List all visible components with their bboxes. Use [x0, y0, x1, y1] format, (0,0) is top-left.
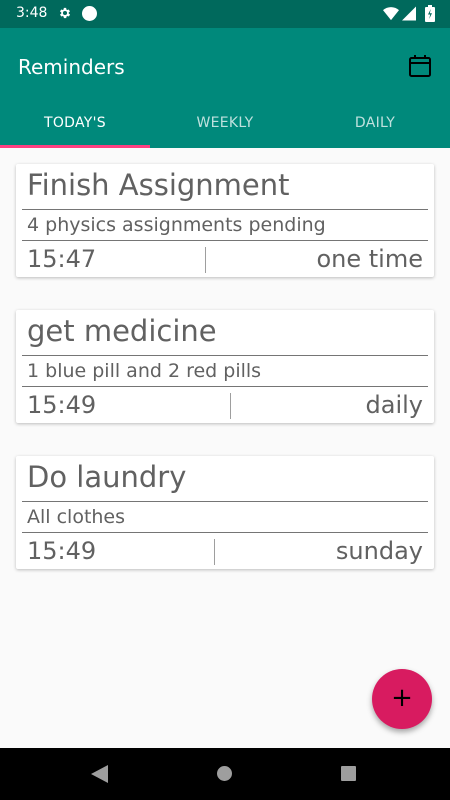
reminder-frequency: sunday: [335, 537, 423, 565]
status-time: 3:48: [16, 5, 48, 21]
recents-icon[interactable]: [341, 766, 356, 781]
reminder-card[interactable]: Do laundry All clothes 15:49 sunday: [16, 456, 434, 569]
tab-label: TODAY'S: [44, 115, 106, 131]
divider: [22, 209, 428, 210]
reminder-description: 1 blue pill and 2 red pills: [27, 360, 262, 382]
gear-icon: [59, 7, 71, 19]
tab-bar: TODAY'S WEEKLY DAILY: [0, 100, 450, 148]
reminder-time: 15:49: [27, 537, 97, 565]
reminder-title: Do laundry: [27, 460, 187, 494]
reminder-description: All clothes: [27, 506, 126, 528]
battery-icon: [425, 5, 435, 22]
divider: [22, 501, 428, 502]
calendar-icon[interactable]: [408, 54, 432, 78]
tab-daily[interactable]: DAILY: [300, 100, 450, 148]
tab-todays[interactable]: TODAY'S: [0, 100, 150, 148]
reminder-description: 4 physics assignments pending: [27, 214, 326, 236]
reminder-title: Finish Assignment: [27, 168, 290, 202]
reminder-frequency: one time: [316, 245, 423, 273]
notification-dot-icon: [82, 6, 97, 21]
status-bar: 3:48: [0, 0, 450, 28]
reminder-time: 15:49: [27, 391, 97, 419]
add-reminder-button[interactable]: +: [372, 669, 432, 729]
wifi-icon: [383, 7, 399, 21]
divider: [22, 386, 428, 387]
reminder-time: 15:47: [27, 245, 97, 273]
navigation-bar: [0, 748, 450, 800]
reminder-card[interactable]: Finish Assignment 4 physics assignments …: [16, 164, 434, 277]
tab-label: WEEKLY: [196, 115, 254, 131]
home-icon[interactable]: [217, 766, 232, 781]
app-bar: Reminders TODAY'S WEEKLY DAILY: [0, 28, 450, 148]
reminder-title: get medicine: [27, 314, 217, 348]
reminder-card[interactable]: get medicine 1 blue pill and 2 red pills…: [16, 310, 434, 423]
tab-indicator: [0, 145, 150, 148]
signal-icon: [402, 6, 416, 21]
back-icon[interactable]: [91, 765, 108, 783]
tab-label: DAILY: [354, 115, 396, 131]
reminder-frequency: daily: [365, 391, 423, 419]
divider: [22, 355, 428, 356]
divider: [230, 393, 231, 419]
divider: [22, 240, 428, 241]
divider: [214, 539, 215, 565]
plus-icon: +: [391, 683, 413, 713]
divider: [205, 247, 206, 273]
app-title: Reminders: [18, 55, 125, 79]
tab-weekly[interactable]: WEEKLY: [150, 100, 300, 148]
divider: [22, 532, 428, 533]
